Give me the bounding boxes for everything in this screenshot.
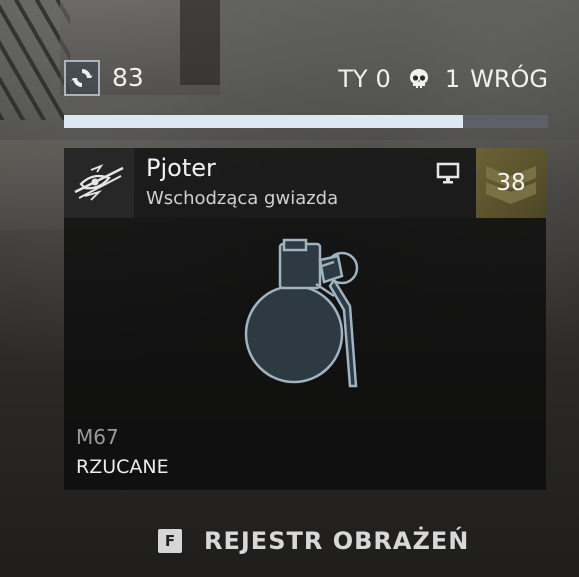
weapon-name: M67 [76,425,119,449]
enemy-label: WRÓG [470,65,548,93]
player-title: Wschodząca gwiazda [146,188,339,209]
weapon-type: RZUCANE [76,456,169,478]
hud-stats: 83 TY 0 1 WRÓG [64,58,548,100]
card-header: Pjoter Wschodząca gwiazda 38 [64,148,546,218]
damage-log-prompt[interactable]: F REJESTR OBRAŻEŃ [158,526,469,556]
enemy-score: 1 [444,65,461,93]
kill-progress-fill [64,115,464,128]
kill-progress-bar [64,115,548,128]
pc-monitor-icon [436,162,460,184]
player-name: Pjoter [146,154,216,182]
ammo-count: 83 [112,63,144,92]
eye-emblem-icon [64,148,134,218]
killer-card: Pjoter Wschodząca gwiazda 38 M67 RZUCANE [64,148,546,490]
keybind-key: F [158,529,182,553]
supply-refresh-icon [64,60,100,96]
skull-icon [409,69,428,88]
damage-log-label: REJESTR OBRAŻEŃ [204,527,470,555]
you-score: 0 [375,65,391,93]
background-railing [0,0,70,120]
score-display: TY 0 1 WRÓG [338,63,548,95]
grenade-icon [244,238,359,388]
rank-badge: 38 [476,148,546,218]
rank-number: 38 [496,170,526,196]
you-label: TY [338,65,368,93]
